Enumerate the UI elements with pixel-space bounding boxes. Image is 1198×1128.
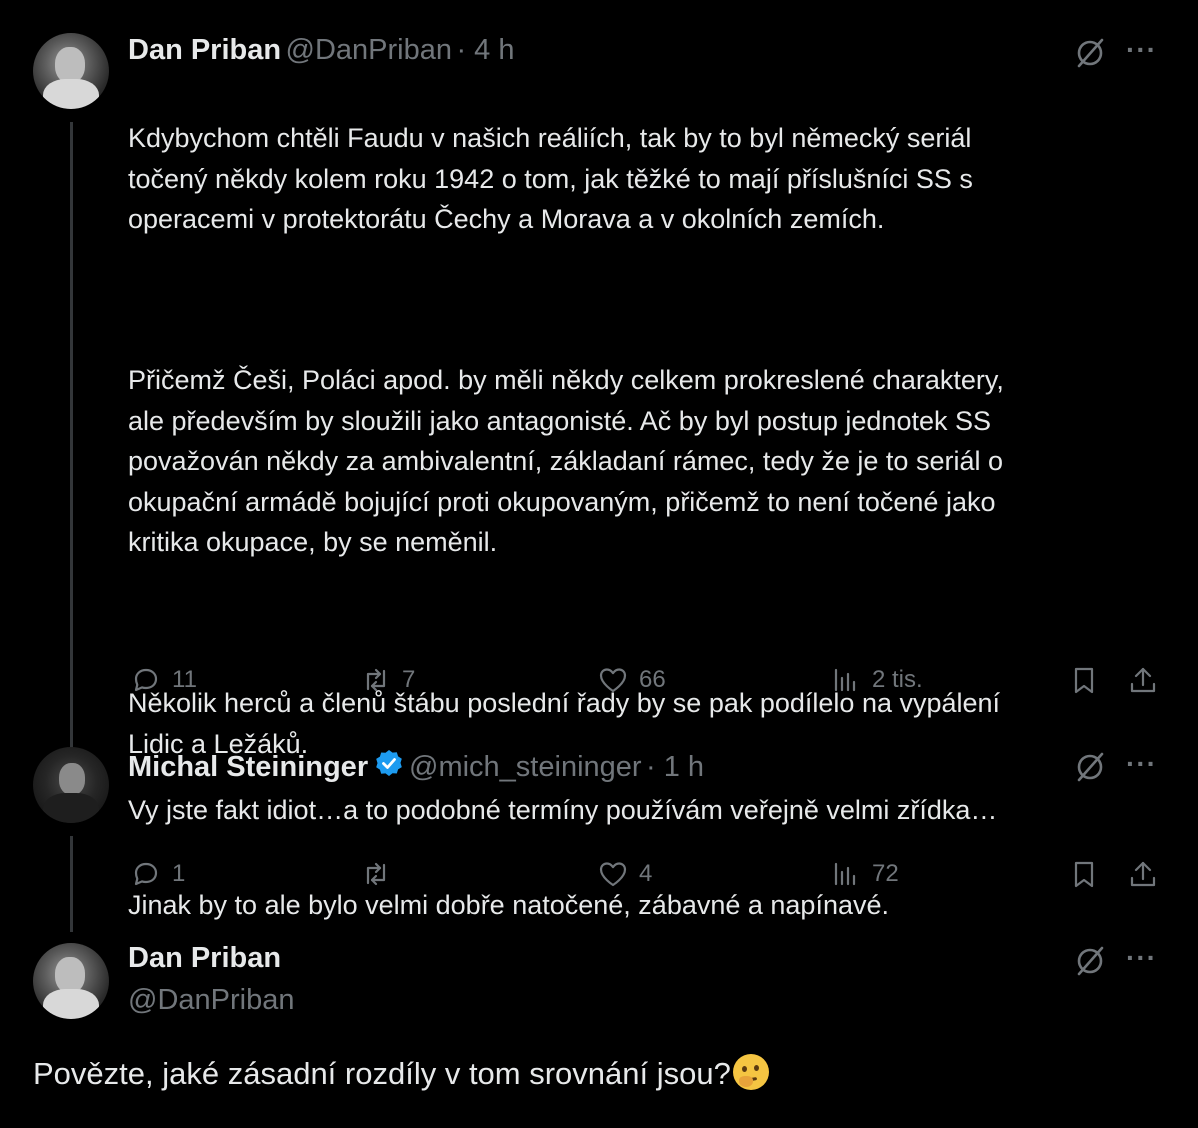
thread-line — [70, 122, 73, 748]
more-options-icon[interactable]: ··· — [1126, 942, 1157, 974]
heart-icon — [599, 668, 627, 693]
views-button[interactable]: 2 tis. — [830, 664, 923, 696]
timestamp[interactable]: · 1 h — [646, 751, 704, 783]
views-button[interactable]: 72 — [830, 858, 899, 890]
author-handle[interactable]: @mich_steininger — [409, 751, 642, 783]
retweet-button[interactable] — [360, 858, 402, 890]
like-button[interactable]: 4 — [597, 858, 652, 890]
like-count: 66 — [639, 666, 666, 693]
retweet-icon — [366, 862, 386, 886]
views-icon — [834, 668, 856, 692]
avatar[interactable] — [33, 943, 109, 1019]
bookmark-icon — [1074, 667, 1094, 694]
reply-icon — [134, 862, 158, 886]
reply-count: 11 — [172, 666, 197, 693]
share-icon — [1130, 667, 1156, 693]
author-name[interactable]: Dan Priban — [128, 942, 281, 975]
share-icon — [1130, 861, 1156, 887]
avatar[interactable] — [33, 33, 109, 109]
heart-icon — [599, 862, 627, 887]
tweet-text: Vy jste fakt idiot…a to podobné termíny … — [128, 795, 998, 825]
views-icon — [834, 862, 856, 886]
tweet-text: Povězte, jaké zásadní rozdíly v tom srov… — [33, 1054, 769, 1092]
author-handle[interactable]: @DanPriban — [128, 984, 294, 1017]
retweet-button[interactable]: 7 — [360, 664, 415, 696]
bookmark-button[interactable] — [1068, 664, 1100, 696]
reply-count: 1 — [172, 860, 186, 887]
avatar[interactable] — [33, 747, 109, 823]
tweet-header: Dan Priban @DanPriban · 4 h — [128, 34, 515, 67]
reply-button[interactable]: 11 — [130, 664, 197, 696]
author-handle[interactable]: @DanPriban — [286, 34, 452, 66]
reply-button[interactable]: 1 — [130, 858, 185, 890]
verified-badge-icon — [373, 748, 405, 785]
like-count: 4 — [639, 860, 653, 887]
tweet-text-content: Povězte, jaké zásadní rozdíly v tom srov… — [33, 1056, 731, 1091]
author-name[interactable]: Dan Priban — [128, 34, 281, 66]
thread-line — [70, 836, 73, 932]
grok-icon[interactable] — [1073, 750, 1107, 789]
reply-icon — [134, 668, 158, 692]
share-button[interactable] — [1127, 858, 1159, 890]
paragraph: Jinak by to ale bylo velmi dobře natočen… — [128, 889, 889, 920]
more-options-icon[interactable]: ··· — [1126, 34, 1157, 66]
paragraph: Přičemž Češi, Poláci apod. by měli někdy… — [128, 365, 1004, 558]
views-count: 72 — [872, 860, 899, 887]
share-button[interactable] — [1127, 664, 1159, 696]
timestamp[interactable]: · 4 h — [456, 34, 514, 66]
grok-icon[interactable] — [1073, 944, 1107, 983]
tweet-text: Kdybychom chtěli Faudu v našich reáliích… — [128, 78, 1168, 966]
retweet-icon — [366, 668, 386, 692]
tweet-header: Michal Steininger @mich_steininger · 1 h — [128, 748, 704, 785]
more-options-icon[interactable]: ··· — [1126, 748, 1157, 780]
grok-icon[interactable] — [1073, 36, 1107, 75]
paragraph: Kdybychom chtěli Faudu v našich reáliích… — [128, 123, 973, 235]
like-button[interactable]: 66 — [597, 664, 666, 696]
bookmark-icon — [1074, 861, 1094, 888]
retweet-count: 7 — [402, 666, 416, 693]
thinking-face-emoji — [732, 1054, 769, 1090]
views-count: 2 tis. — [872, 666, 923, 693]
bookmark-button[interactable] — [1068, 858, 1100, 890]
author-name[interactable]: Michal Steininger — [128, 751, 368, 783]
